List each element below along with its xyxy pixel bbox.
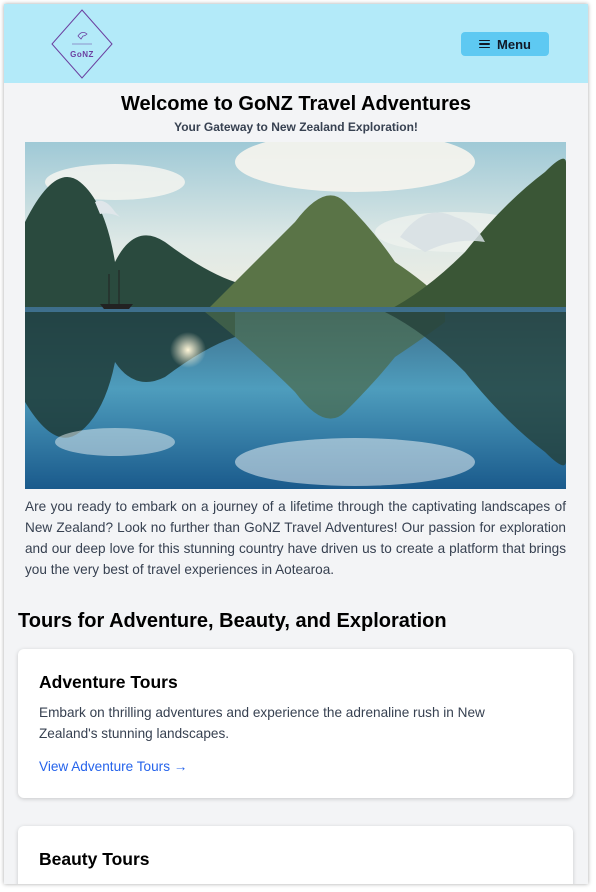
hero-image [25, 142, 566, 489]
view-adventure-tours-link[interactable]: View Adventure Tours → [39, 759, 187, 774]
menu-button-label: Menu [497, 36, 531, 52]
tour-card-adventure: Adventure Tours Embark on thrilling adve… [18, 649, 573, 798]
menu-button[interactable]: Menu [461, 32, 549, 56]
logo-text: GoNZ [70, 50, 94, 59]
page: GoNZ Menu Welcome to GoNZ Travel Adventu… [4, 4, 588, 884]
tour-card-title: Adventure Tours [39, 672, 178, 692]
page-tagline: Your Gateway to New Zealand Exploration! [174, 120, 418, 134]
intro-paragraph: Are you ready to embark on a journey of … [25, 499, 566, 577]
tours-section-title: Tours for Adventure, Beauty, and Explora… [18, 610, 447, 632]
tour-card-beauty: Beauty Tours [18, 826, 573, 884]
site-header: GoNZ Menu [4, 4, 588, 83]
tour-card-title: Beauty Tours [39, 849, 150, 869]
logo-diamond-icon [51, 9, 113, 79]
page-title: Welcome to GoNZ Travel Adventures [120, 93, 472, 115]
tour-card-description: Embark on thrilling adventures and exper… [39, 705, 485, 741]
logo[interactable]: GoNZ [50, 8, 114, 80]
hamburger-icon [479, 39, 491, 49]
